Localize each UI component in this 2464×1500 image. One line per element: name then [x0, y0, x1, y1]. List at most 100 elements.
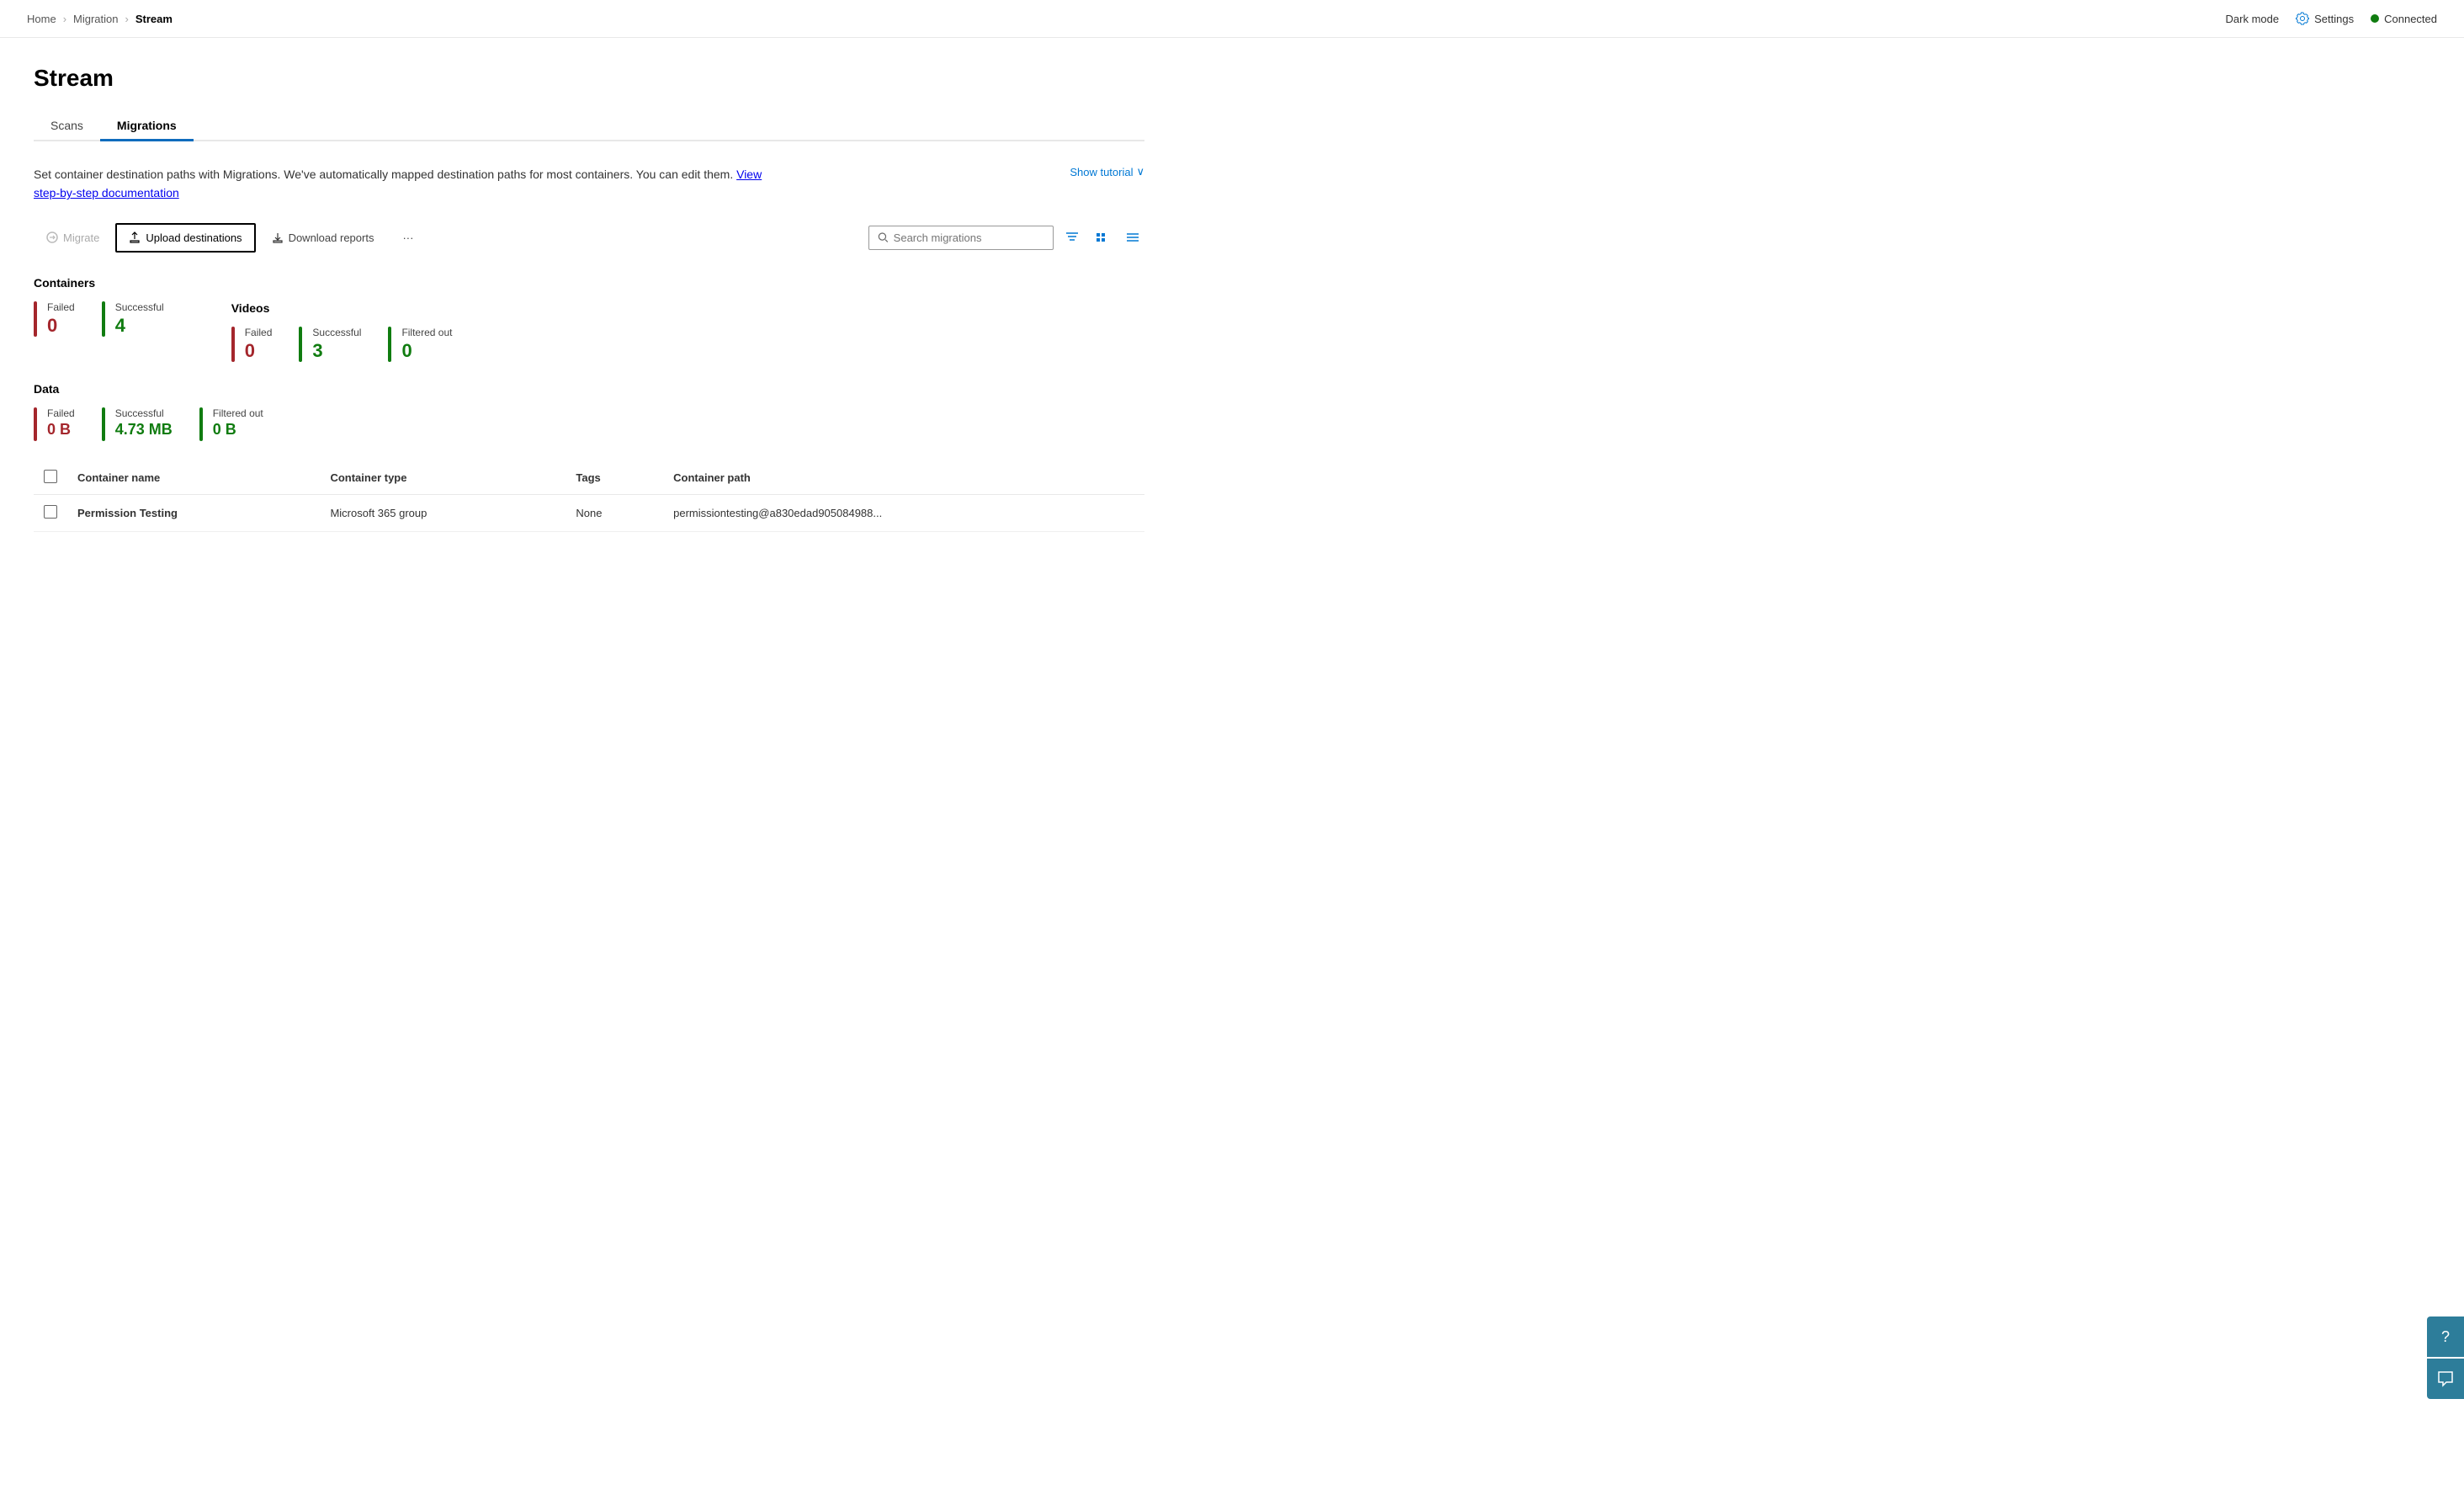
stat-inner: Successful 4: [115, 301, 164, 337]
failed-label: Failed: [245, 327, 273, 338]
videos-filtered-value: 0: [401, 340, 452, 362]
stat-inner: Failed 0: [245, 327, 273, 362]
containers-stats-row: Failed 0 Successful 4 Videos F: [34, 301, 1144, 362]
filter-button[interactable]: [1060, 226, 1084, 249]
tab-migrations[interactable]: Migrations: [100, 112, 194, 141]
migrate-label: Migrate: [63, 231, 99, 244]
search-input[interactable]: [894, 231, 1044, 244]
migrate-button[interactable]: Migrate: [34, 224, 112, 252]
column-tags: Tags: [566, 461, 663, 495]
download-reports-button[interactable]: Download reports: [259, 224, 387, 252]
successful-bar: [299, 327, 302, 362]
containers-title: Containers: [34, 276, 1144, 290]
data-failed-value: 0 B: [47, 421, 75, 439]
stat-inner: Successful 4.73 MB: [115, 407, 173, 441]
stat-inner: Failed 0: [47, 301, 75, 337]
right-panel: ?: [2427, 1316, 2464, 1399]
data-filtered-value: 0 B: [213, 421, 263, 439]
table-header-row: Container name Container type Tags Conta…: [34, 461, 1144, 495]
dark-mode-toggle[interactable]: Dark mode: [2226, 13, 2280, 25]
breadcrumb-sep-1: ›: [63, 13, 66, 25]
videos-successful-stat: Successful 3: [299, 327, 361, 362]
table-row: Permission Testing Microsoft 365 group N…: [34, 494, 1144, 531]
connected-status: Connected: [2371, 13, 2437, 25]
search-box[interactable]: [868, 226, 1054, 250]
data-stats-row: Failed 0 B Successful 4.73 MB Filtered o…: [34, 407, 1144, 441]
filtered-bar: [199, 407, 203, 441]
column-container-name: Container name: [67, 461, 320, 495]
settings-label: Settings: [2314, 13, 2354, 25]
failed-bar: [34, 407, 37, 441]
groupby-button[interactable]: [1091, 226, 1114, 249]
show-tutorial-button[interactable]: Show tutorial ∨: [1070, 165, 1144, 178]
filter-icon: [1065, 231, 1079, 244]
videos-section: Videos Failed 0 Successful 3: [231, 301, 453, 362]
successful-label: Successful: [115, 407, 173, 419]
upload-icon: [129, 231, 141, 243]
select-all-checkbox[interactable]: [44, 470, 57, 483]
top-bar: Home › Migration › Stream Dark mode Sett…: [0, 0, 2464, 38]
stat-inner: Filtered out 0 B: [213, 407, 263, 441]
data-title: Data: [34, 382, 1144, 396]
migrations-table: Container name Container type Tags Conta…: [34, 461, 1144, 532]
row-tags: None: [566, 494, 663, 531]
data-failed-stat: Failed 0 B: [34, 407, 75, 441]
breadcrumb-sep-2: ›: [125, 13, 129, 25]
row-container-name: Permission Testing: [67, 494, 320, 531]
chat-button[interactable]: [2427, 1359, 2464, 1399]
breadcrumb-migration[interactable]: Migration: [73, 13, 118, 25]
videos-title: Videos: [231, 301, 453, 315]
failed-bar: [34, 301, 37, 337]
data-stats-section: Data Failed 0 B Successful 4.73 MB Fil: [34, 382, 1144, 441]
download-reports-label: Download reports: [289, 231, 374, 244]
videos-stats-row: Failed 0 Successful 3: [231, 327, 453, 362]
stat-inner: Filtered out 0: [401, 327, 452, 362]
more-button[interactable]: ···: [390, 224, 426, 252]
groupby-icon: [1096, 231, 1109, 244]
support-icon: ?: [2441, 1328, 2450, 1346]
settings-button[interactable]: Settings: [2296, 12, 2354, 25]
videos-successful-value: 3: [312, 340, 361, 362]
containers-failed-stat: Failed 0: [34, 301, 75, 337]
columns-button[interactable]: [1121, 226, 1144, 249]
containers-successful-stat: Successful 4: [102, 301, 164, 337]
tab-scans[interactable]: Scans: [34, 112, 100, 141]
toolbar-right: [868, 226, 1144, 250]
chevron-down-icon: ∨: [1136, 165, 1144, 178]
videos-failed-value: 0: [245, 340, 273, 362]
top-actions: Dark mode Settings Connected: [2226, 12, 2437, 25]
data-filtered-stat: Filtered out 0 B: [199, 407, 263, 441]
column-container-path: Container path: [663, 461, 1144, 495]
toolbar: Migrate Upload destinations Download rep…: [34, 223, 1144, 253]
containers-stats-section: Containers Failed 0 Successful 4 Videos: [34, 276, 1144, 362]
description-text: Set container destination paths with Mig…: [34, 165, 791, 203]
tabs: Scans Migrations: [34, 112, 1144, 141]
support-button[interactable]: ?: [2427, 1316, 2464, 1357]
upload-destinations-button[interactable]: Upload destinations: [115, 223, 255, 253]
filtered-label: Filtered out: [213, 407, 263, 419]
upload-destinations-label: Upload destinations: [146, 231, 242, 244]
successful-label: Successful: [115, 301, 164, 313]
successful-label: Successful: [312, 327, 361, 338]
breadcrumb-current: Stream: [135, 13, 173, 25]
containers-successful-value: 4: [115, 315, 164, 337]
failed-label: Failed: [47, 301, 75, 313]
failed-bar: [231, 327, 235, 362]
breadcrumb-home[interactable]: Home: [27, 13, 56, 25]
show-tutorial-label: Show tutorial: [1070, 166, 1133, 178]
checkbox-header[interactable]: [34, 461, 67, 495]
row-checkbox-cell[interactable]: [34, 494, 67, 531]
chat-icon: [2437, 1370, 2454, 1387]
stat-inner: Successful 3: [312, 327, 361, 362]
row-checkbox[interactable]: [44, 505, 57, 519]
download-icon: [272, 231, 284, 243]
columns-icon: [1126, 231, 1139, 244]
data-successful-value: 4.73 MB: [115, 421, 173, 439]
description-row: Set container destination paths with Mig…: [34, 165, 1144, 203]
failed-label: Failed: [47, 407, 75, 419]
stat-inner: Failed 0 B: [47, 407, 75, 441]
connected-dot: [2371, 14, 2379, 23]
migrate-icon: [46, 231, 58, 243]
videos-failed-stat: Failed 0: [231, 327, 273, 362]
filtered-bar: [388, 327, 391, 362]
